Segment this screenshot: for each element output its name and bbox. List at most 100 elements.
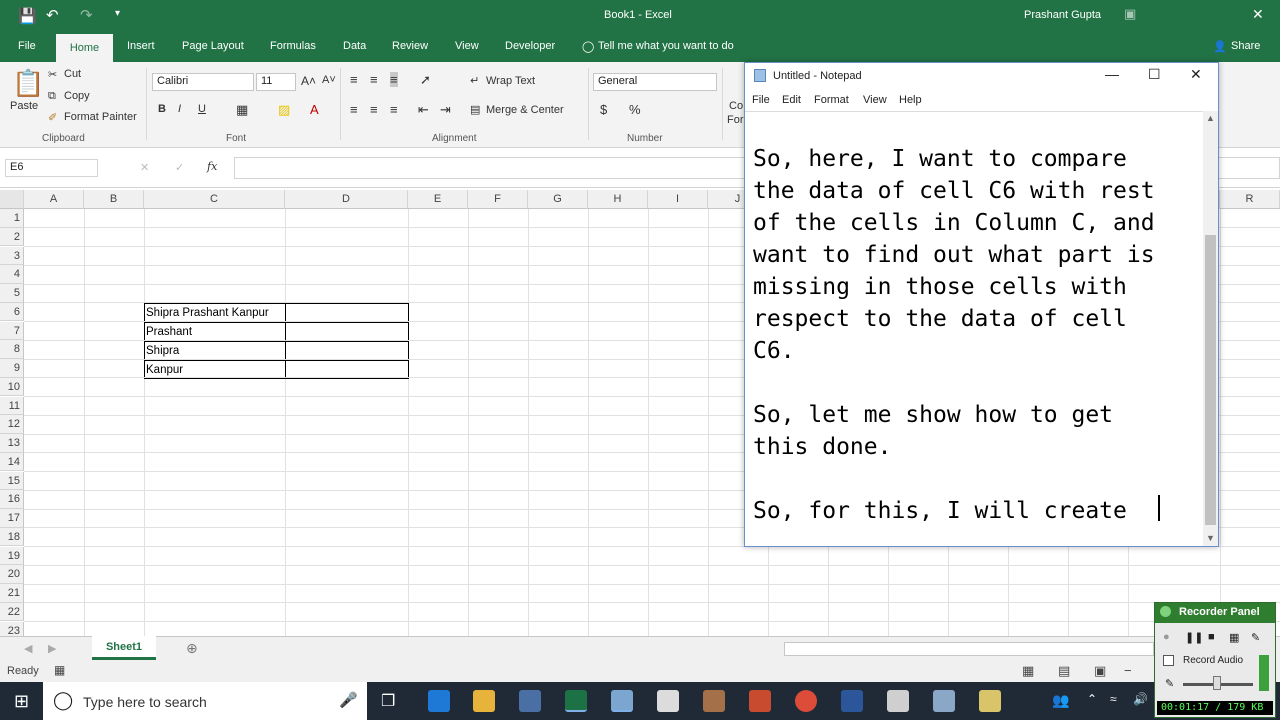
row-header[interactable]: 21 [0, 584, 24, 603]
row-header[interactable]: 20 [0, 565, 24, 584]
currency-icon[interactable]: $ [600, 102, 607, 117]
format-painter-button[interactable]: Format Painter [64, 111, 137, 123]
name-box[interactable]: E6 [5, 159, 98, 177]
row-header[interactable]: 3 [0, 246, 24, 266]
column-header-c[interactable]: C [144, 190, 285, 209]
paste-button[interactable]: Paste [10, 100, 38, 112]
menu-help[interactable]: Help [899, 94, 922, 106]
close-icon[interactable]: ✕ [1252, 6, 1264, 23]
audio-slider-thumb[interactable] [1213, 676, 1221, 690]
row-header[interactable]: 16 [0, 490, 24, 509]
scroll-down-icon[interactable]: ▼ [1206, 533, 1215, 543]
column-header-a[interactable]: A [24, 190, 84, 209]
bold-icon[interactable]: B [158, 103, 166, 115]
font-color-icon[interactable]: A [310, 102, 319, 117]
align-center-icon[interactable]: ≡ [370, 102, 378, 117]
windows-start-icon[interactable]: ⊞ [14, 691, 29, 712]
horizontal-scrollbar[interactable] [784, 642, 1154, 656]
new-sheet-icon[interactable]: ⊕ [186, 640, 198, 657]
ribbon-display-icon[interactable]: ▣ [1124, 6, 1136, 22]
align-middle-icon[interactable]: ≡ [370, 72, 378, 87]
tab-insert[interactable]: Insert [127, 40, 155, 52]
copy-button[interactable]: Copy [64, 90, 90, 102]
column-header-g[interactable]: G [528, 190, 588, 209]
notepad-window[interactable]: Untitled - Notepad — ☐ ✕ File Edit Forma… [744, 62, 1219, 547]
menu-view[interactable]: View [863, 94, 887, 106]
macro-record-icon[interactable]: ▦ [54, 663, 65, 677]
notepad-vertical-scrollbar[interactable]: ▲ ▼ [1203, 111, 1218, 546]
orientation-icon[interactable]: ➚ [420, 72, 431, 88]
chrome-icon[interactable] [795, 690, 817, 712]
save-icon[interactable]: 💾 [18, 7, 37, 25]
tray-chevron-icon[interactable]: ⌃ [1087, 692, 1097, 706]
draw-icon[interactable]: ✎ [1251, 631, 1260, 644]
powerpoint-icon[interactable] [749, 690, 771, 712]
word-icon[interactable] [841, 690, 863, 712]
row-header[interactable]: 17 [0, 509, 24, 528]
stop-icon[interactable]: ■ [1208, 631, 1215, 643]
menu-format[interactable]: Format [814, 94, 849, 106]
scroll-up-icon[interactable]: ▲ [1206, 113, 1215, 123]
column-header-f[interactable]: F [468, 190, 528, 209]
merge-center-button[interactable]: Merge & Center [486, 104, 564, 116]
record-audio-checkbox[interactable] [1163, 655, 1174, 666]
row-header[interactable]: 12 [0, 415, 24, 434]
taskbar-search-box[interactable]: ◯ Type here to search 🎤 [43, 682, 367, 720]
font-name-box[interactable]: Calibri [152, 73, 254, 91]
store-icon[interactable] [519, 690, 541, 712]
pause-icon[interactable]: ❚❚ [1185, 631, 1203, 644]
row-header[interactable]: 6 [0, 302, 24, 322]
tab-home[interactable]: Home [56, 34, 113, 62]
select-all-corner[interactable] [0, 190, 24, 209]
cut-button[interactable]: Cut [64, 68, 81, 80]
underline-icon[interactable]: U [198, 103, 206, 115]
shrink-font-icon[interactable]: A˅ [322, 74, 336, 86]
row-header[interactable]: 13 [0, 434, 24, 453]
row-header[interactable]: 10 [0, 377, 24, 397]
align-top-icon[interactable]: ≡ [350, 72, 358, 87]
italic-icon[interactable]: I [178, 103, 181, 115]
row-header[interactable]: 18 [0, 527, 24, 547]
row-header[interactable]: 11 [0, 396, 24, 416]
prev-sheet-icon[interactable]: ◀ [24, 642, 32, 655]
row-header[interactable]: 22 [0, 602, 24, 622]
calculator-icon[interactable] [887, 690, 909, 712]
conditional-formatting-partial[interactable]: Co [729, 100, 743, 112]
align-left-icon[interactable]: ≡ [350, 102, 358, 117]
number-format-box[interactable]: General [593, 73, 717, 91]
user-name[interactable]: Prashant Gupta [1024, 9, 1101, 21]
column-header-d[interactable]: D [285, 190, 408, 209]
task-view-icon[interactable]: ❐ [381, 691, 395, 711]
row-header[interactable]: 14 [0, 452, 24, 472]
column-header-r[interactable]: R [1220, 190, 1280, 209]
decrease-indent-icon[interactable]: ⇤ [418, 102, 429, 118]
row-header[interactable]: 7 [0, 321, 24, 341]
app-icon[interactable] [979, 690, 1001, 712]
microphone-icon[interactable]: 🎤 [339, 691, 358, 709]
row-header[interactable]: 9 [0, 359, 24, 378]
page-layout-view-icon[interactable]: ▤ [1058, 663, 1070, 679]
insert-function-icon[interactable]: fx [207, 160, 217, 173]
row-header[interactable]: 19 [0, 546, 24, 566]
close-icon[interactable]: ✕ [1190, 66, 1202, 83]
tab-view[interactable]: View [455, 40, 479, 52]
align-bottom-icon[interactable]: ≡ [390, 72, 398, 87]
column-header-b[interactable]: B [84, 190, 144, 209]
column-header-i[interactable]: I [648, 190, 708, 209]
row-header[interactable]: 1 [0, 209, 24, 228]
font-size-box[interactable]: 11 [256, 73, 296, 91]
tab-page-layout[interactable]: Page Layout [182, 40, 244, 52]
format-as-table-partial[interactable]: For [727, 114, 744, 126]
scroll-thumb[interactable] [1205, 235, 1216, 525]
fill-color-icon[interactable]: ▨ [278, 102, 290, 118]
row-header[interactable]: 5 [0, 284, 24, 303]
grow-font-icon[interactable]: A˄ [301, 74, 316, 88]
wrap-text-button[interactable]: Wrap Text [486, 75, 535, 87]
tab-data[interactable]: Data [343, 40, 366, 52]
tell-me-box[interactable]: Tell me what you want to do [598, 40, 734, 52]
tab-review[interactable]: Review [392, 40, 428, 52]
align-right-icon[interactable]: ≡ [390, 102, 398, 117]
excel-taskbar-icon[interactable] [565, 690, 587, 712]
record-icon[interactable]: ● [1163, 631, 1170, 643]
tab-developer[interactable]: Developer [505, 40, 555, 52]
